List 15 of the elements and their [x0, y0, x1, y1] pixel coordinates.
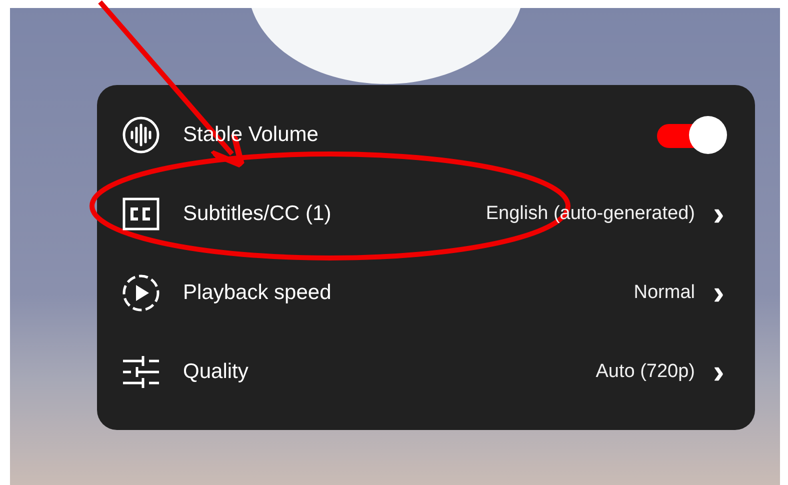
sound-wave-icon [121, 115, 161, 155]
menu-item[interactable]: Quality Auto (720p) › [97, 332, 755, 412]
menu-item[interactable]: Playback speed Normal › [97, 254, 755, 332]
sliders-icon [121, 354, 161, 390]
setting-value: Normal [634, 282, 695, 304]
chevron[interactable]: › [713, 276, 727, 310]
menu-item-label: Quality [183, 360, 250, 384]
chevron[interactable]: › [713, 355, 727, 389]
playback-speed-icon [121, 273, 161, 313]
setting-value: Auto (720p) [596, 361, 695, 383]
toggle-switch[interactable] [655, 116, 727, 154]
closed-captions-icon [122, 197, 160, 231]
chevron[interactable]: › [713, 197, 727, 231]
menu-item-label: Playback speed [183, 281, 332, 305]
menu-item-label: Subtitles/CC (1) [183, 202, 332, 226]
